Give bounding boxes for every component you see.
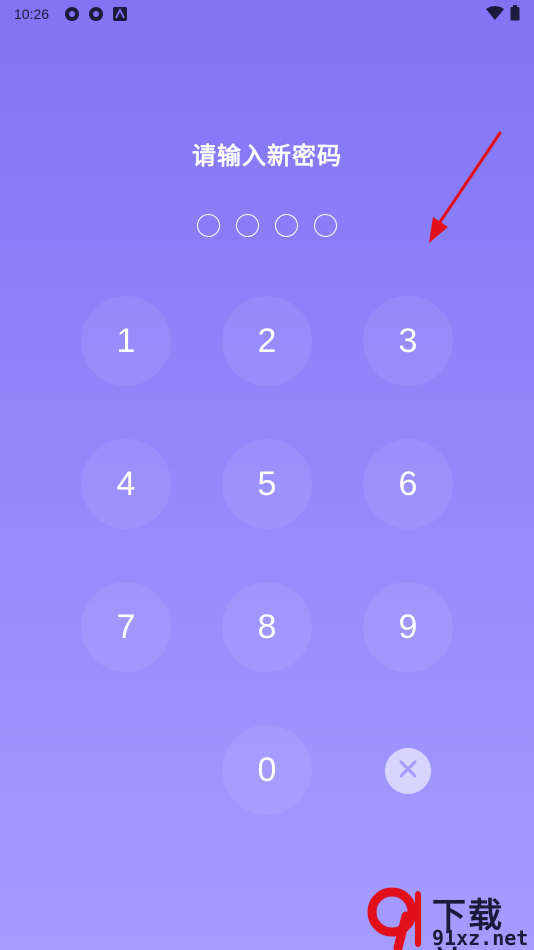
key-4[interactable]: 4 [81,439,171,529]
watermark: 下载站 91xz.net [362,886,534,950]
close-x-icon [397,758,419,784]
pin-dot [275,214,298,237]
a-letter-icon [111,5,129,23]
pin-dot [236,214,259,237]
key-3[interactable]: 3 [363,296,453,386]
status-time: 10:26 [14,6,50,22]
watermark-url: 91xz.net [432,926,529,950]
pin-dot [197,214,220,237]
aperture-icon [87,5,105,23]
key-2[interactable]: 2 [222,296,312,386]
aperture-icon [63,5,81,23]
status-bar: 10:26 [0,0,534,28]
key-8[interactable]: 8 [222,582,312,672]
key-5[interactable]: 5 [222,439,312,529]
9f-logo-icon [367,887,421,950]
key-1[interactable]: 1 [81,296,171,386]
battery-icon [510,4,520,24]
pin-dot [314,214,337,237]
key-6[interactable]: 6 [363,439,453,529]
annotation-arrow-icon [429,131,502,243]
key-9[interactable]: 9 [363,582,453,672]
wifi-icon [486,5,504,23]
key-0[interactable]: 0 [222,725,312,815]
key-7[interactable]: 7 [81,582,171,672]
status-right [486,4,520,24]
delete-button[interactable] [385,748,431,794]
